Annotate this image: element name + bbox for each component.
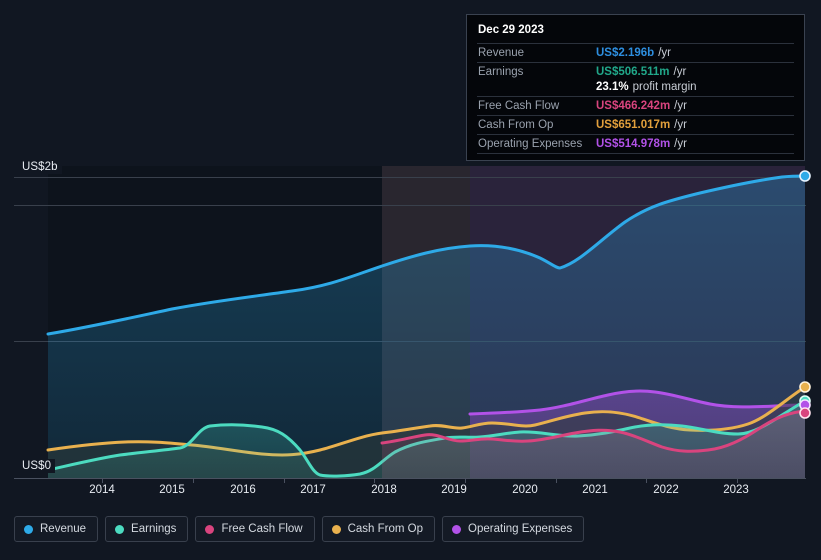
legend-dot-earnings-icon bbox=[115, 524, 125, 534]
legend-item-operating-expenses[interactable]: Operating Expenses bbox=[442, 516, 585, 542]
x-axis-tick-2020: 2020 bbox=[512, 484, 538, 496]
tooltip-row-operating-expenses: Operating Expenses US$514.978m /yr bbox=[477, 134, 794, 154]
x-axis-tick-2015: 2015 bbox=[159, 484, 185, 496]
legend-label-revenue: Revenue bbox=[40, 523, 87, 535]
legend-dot-revenue-icon bbox=[24, 524, 33, 534]
tooltip-suffix-cash-from-op: /yr bbox=[674, 119, 687, 131]
tooltip-suffix-profit-margin: profit margin bbox=[632, 81, 697, 93]
legend-label-operating-expenses: Operating Expenses bbox=[468, 523, 573, 535]
tooltip-value-profit-margin: 23.1% bbox=[596, 81, 629, 93]
tooltip-label-revenue: Revenue bbox=[478, 47, 525, 59]
tooltip-value-earnings: US$506.511m bbox=[596, 66, 670, 78]
tooltip-value-free-cash-flow: US$466.242m bbox=[596, 100, 671, 112]
chart-legend: Revenue Earnings Free Cash Flow Cash Fro… bbox=[14, 516, 585, 542]
tooltip-label-cash-from-op: Cash From Op bbox=[478, 119, 554, 131]
tooltip-suffix-free-cash-flow: /yr bbox=[674, 100, 687, 112]
tooltip-label-operating-expenses: Operating Expenses bbox=[478, 138, 583, 150]
tooltip-suffix-earnings: /yr bbox=[673, 66, 687, 78]
legend-dot-free-cash-flow-icon bbox=[205, 524, 215, 534]
tooltip-label-earnings: Earnings bbox=[478, 66, 524, 78]
x-axis-tick-2014: 2014 bbox=[89, 484, 115, 496]
endpoint-free-cash-flow bbox=[799, 407, 811, 419]
x-axis-tick-2022: 2022 bbox=[653, 484, 679, 496]
legend-item-revenue[interactable]: Revenue bbox=[14, 516, 99, 542]
legend-label-cash-from-op: Cash From Op bbox=[347, 523, 424, 535]
financial-chart-page: US$2b US$0 2014 2015 2016 2017 2018 2019… bbox=[0, 0, 821, 560]
endpoint-revenue bbox=[799, 170, 811, 182]
tooltip-row-free-cash-flow: Free Cash Flow US$466.242m /yr bbox=[477, 96, 794, 115]
legend-dot-cash-from-op-icon bbox=[331, 524, 341, 534]
chart-tooltip: Dec 29 2023 Revenue US$2.196b /yr Earnin… bbox=[466, 14, 805, 161]
endpoint-cash-from-op bbox=[799, 381, 811, 393]
x-axis-tick-2019: 2019 bbox=[441, 484, 467, 496]
tooltip-label-free-cash-flow: Free Cash Flow bbox=[478, 100, 560, 112]
y-axis-label-top: US$2b bbox=[22, 160, 62, 174]
tooltip-value-revenue: US$2.196b bbox=[596, 47, 655, 59]
x-axis-tick-2021: 2021 bbox=[582, 484, 608, 496]
x-axis-tick-2017: 2017 bbox=[300, 484, 326, 496]
legend-item-free-cash-flow[interactable]: Free Cash Flow bbox=[195, 516, 315, 542]
x-axis-tick-2023: 2023 bbox=[723, 484, 749, 496]
tooltip-suffix-revenue: /yr bbox=[658, 47, 671, 59]
tooltip-date: Dec 29 2023 bbox=[478, 24, 544, 36]
tooltip-value-operating-expenses: US$514.978m bbox=[596, 138, 671, 150]
x-axis-tick-2018: 2018 bbox=[371, 484, 397, 496]
legend-dot-operating-expenses-icon bbox=[452, 524, 462, 534]
legend-label-earnings: Earnings bbox=[131, 523, 177, 535]
y-axis-label-bottom: US$0 bbox=[22, 459, 56, 473]
legend-label-free-cash-flow: Free Cash Flow bbox=[221, 523, 303, 535]
tooltip-value-cash-from-op: US$651.017m bbox=[596, 119, 671, 131]
tooltip-suffix-operating-expenses: /yr bbox=[674, 138, 687, 150]
x-axis-tick-2016: 2016 bbox=[230, 484, 256, 496]
legend-item-earnings[interactable]: Earnings bbox=[105, 516, 189, 542]
tooltip-row-revenue: Revenue US$2.196b /yr bbox=[477, 43, 794, 62]
legend-item-cash-from-op[interactable]: Cash From Op bbox=[321, 516, 436, 542]
tooltip-row-earnings: Earnings US$506.511m /yr bbox=[477, 62, 794, 81]
tooltip-row-profit-margin: 23.1% profit margin bbox=[477, 81, 794, 96]
tooltip-row-cash-from-op: Cash From Op US$651.017m /yr bbox=[477, 115, 794, 134]
